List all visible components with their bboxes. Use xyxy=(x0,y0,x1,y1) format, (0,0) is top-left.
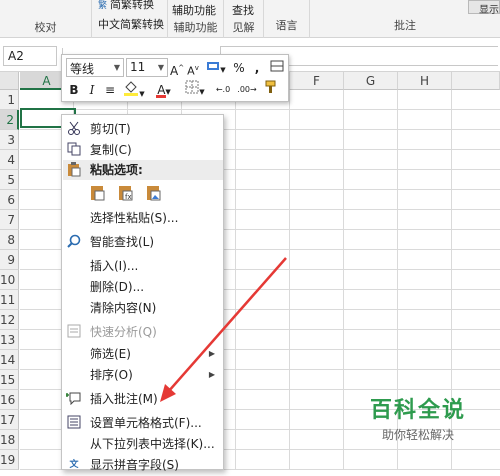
watermark: 百科全说 助你轻松解决 xyxy=(338,392,498,448)
watermark-title: 百科全说 xyxy=(369,398,466,423)
watermark-subtitle: 助你轻松解决 xyxy=(381,428,454,442)
